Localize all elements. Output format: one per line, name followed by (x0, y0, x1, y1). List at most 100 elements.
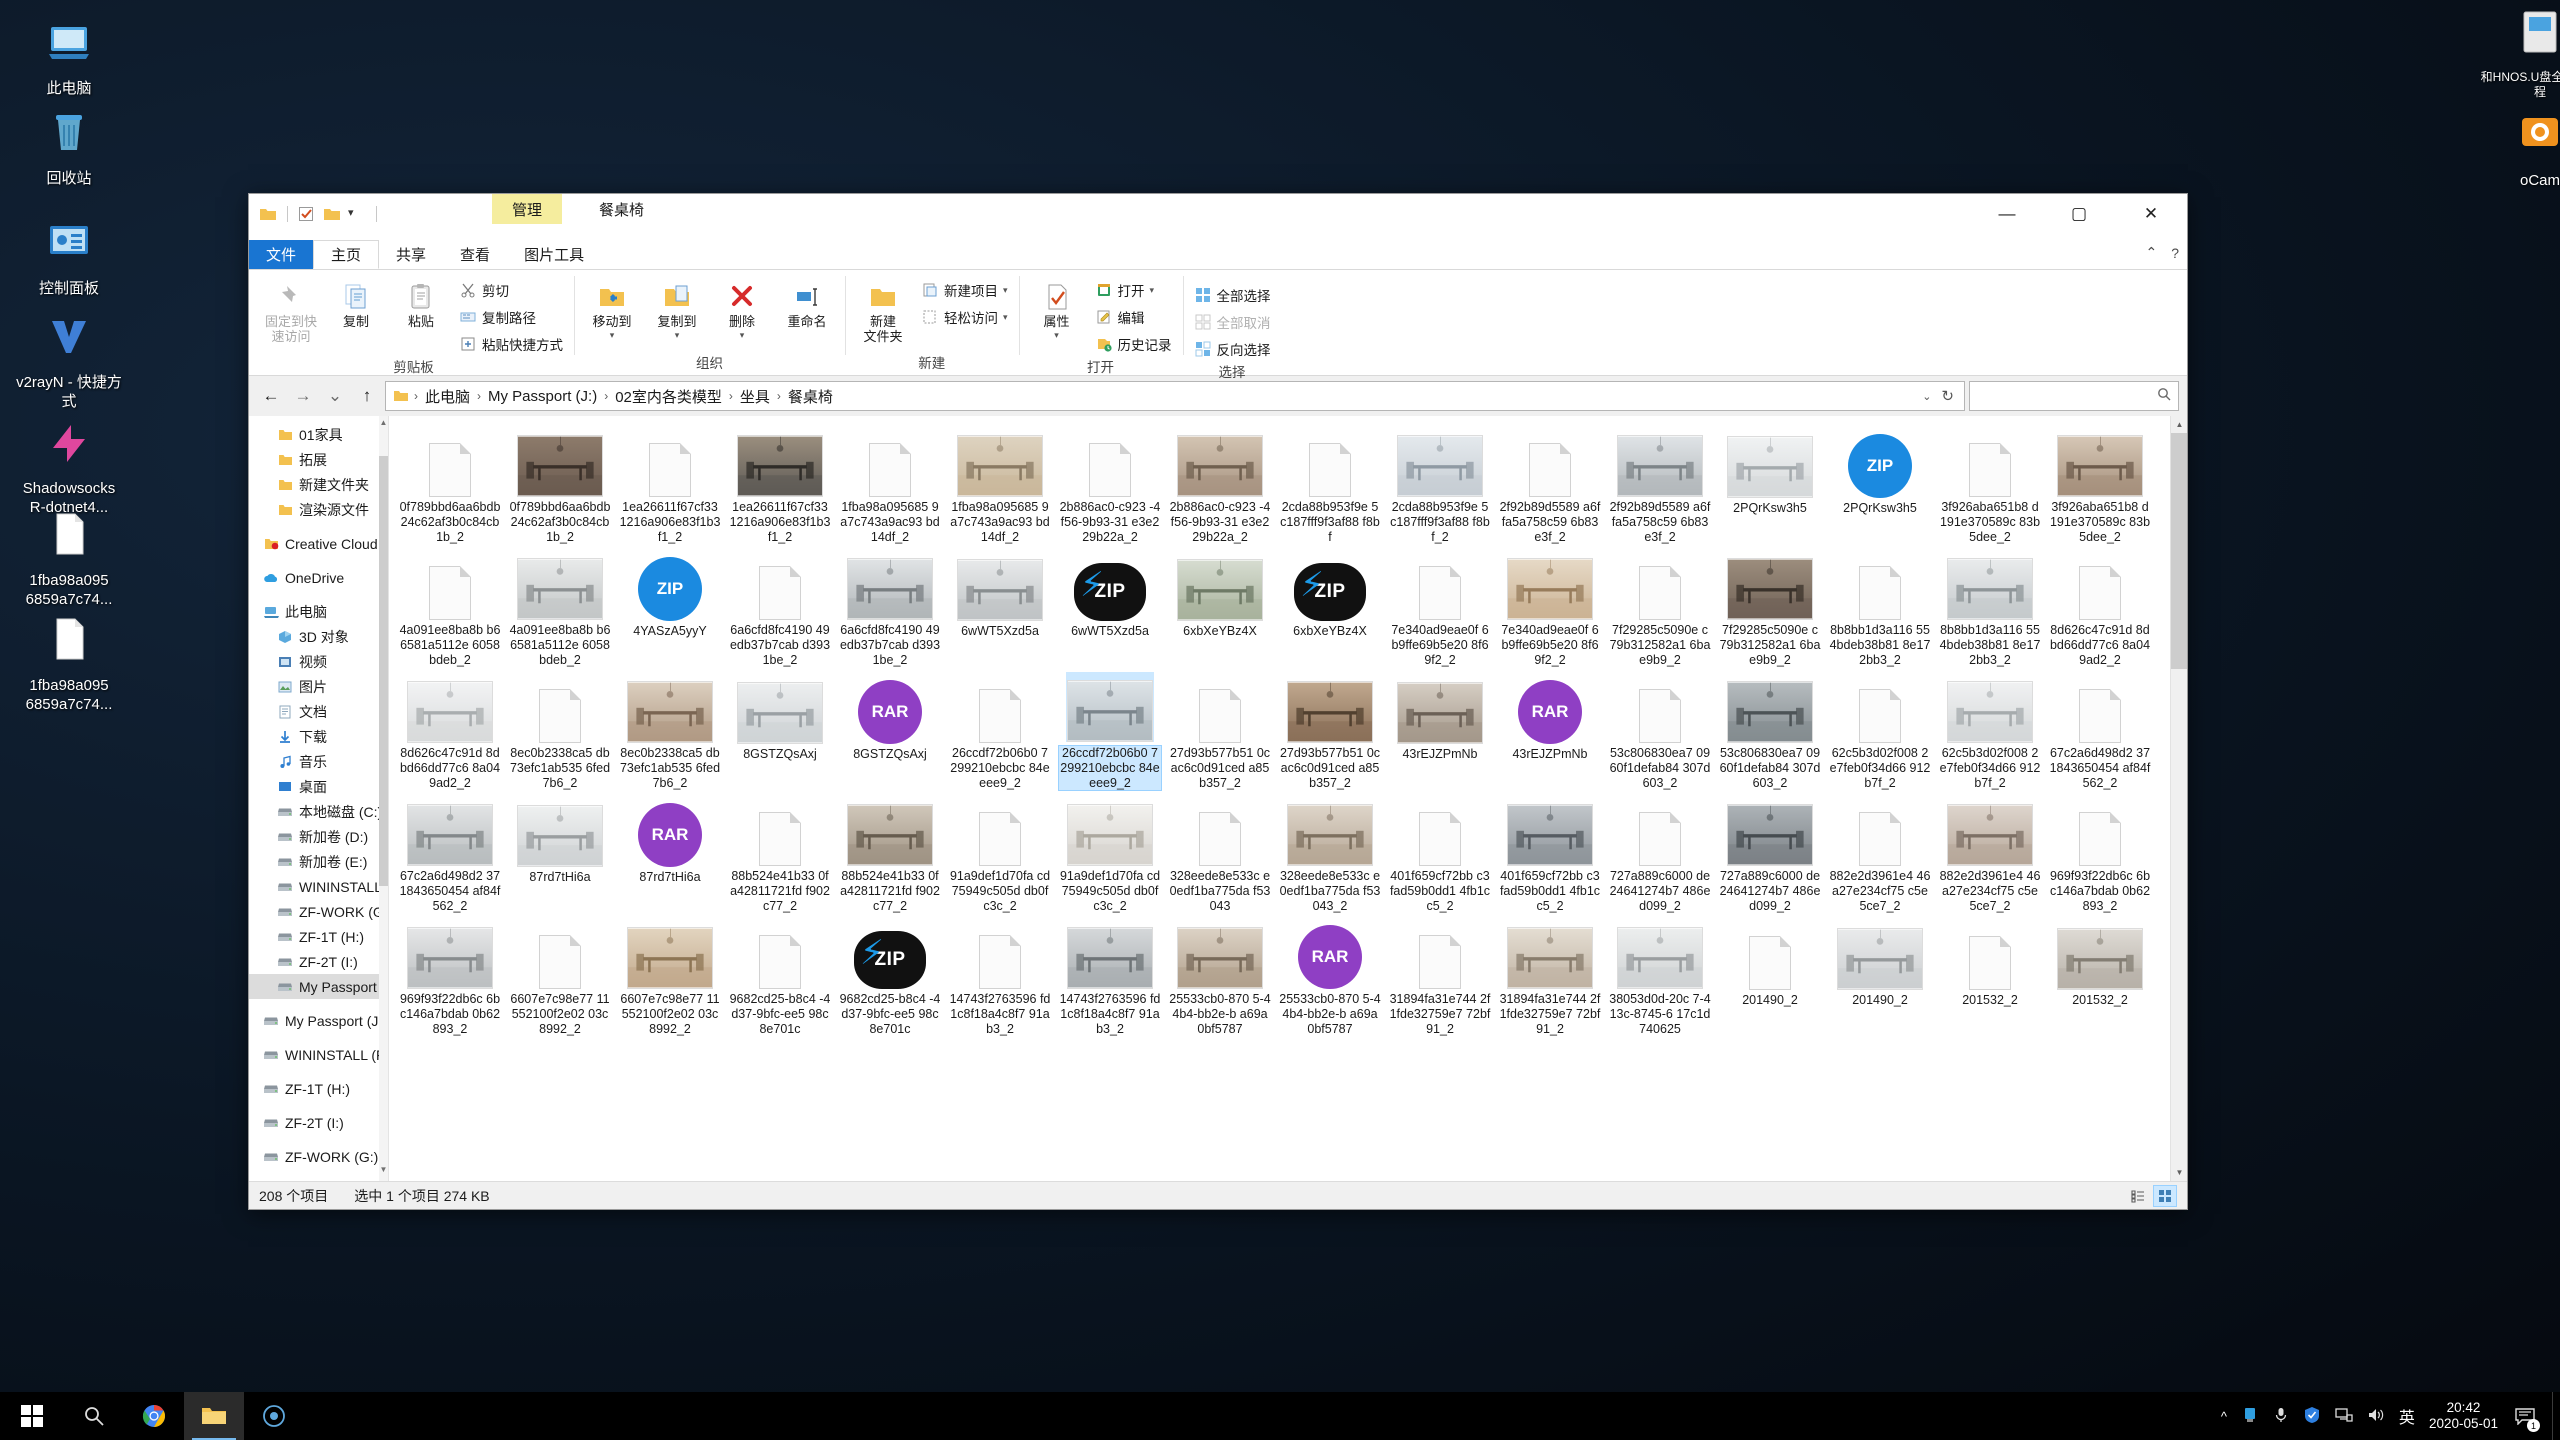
tab-file[interactable]: 文件 (249, 240, 314, 269)
search-box[interactable] (1969, 381, 2179, 411)
desktop-icon-this-pc[interactable]: 此电脑 (14, 18, 124, 99)
file-item[interactable]: 62c5b3d02f008 2e7feb0f34d66 912b7f_2 (1825, 668, 1935, 791)
qat-chevron-down-icon[interactable]: ▾ (348, 206, 366, 222)
nav-scrollbar[interactable]: ▲ ▼ (379, 416, 388, 1181)
taskbar-search-button[interactable] (64, 1392, 124, 1440)
nav-item-wininstall-f[interactable]: WININSTALL (F (249, 874, 388, 899)
file-item[interactable]: RAR 87rd7tHi6a (615, 791, 725, 914)
desktop-icon-ocam[interactable]: oCam (2480, 110, 2560, 191)
file-item[interactable]: 727a889c6000 de24641274b7 486ed099_2 (1605, 791, 1715, 914)
nav-item-wininstall-f2[interactable]: WININSTALL (F:) (249, 1042, 388, 1067)
file-item[interactable]: 4a091ee8ba8b b66581a5112e 6058bdeb_2 (395, 545, 505, 668)
file-item[interactable]: 26ccdf72b06b0 7299210ebcbc 84eeee9_2 (1055, 668, 1165, 791)
file-item[interactable]: 201532_2 (2045, 914, 2155, 1037)
volume-icon[interactable] (2367, 1407, 2385, 1426)
desktop-icon-v2rayn[interactable]: v2rayN - 快捷方式 (14, 312, 124, 412)
breadcrumb[interactable]: › 此电脑 › My Passport (J:) › 02室内各类模型 › 坐具… (385, 381, 1965, 411)
taskbar-chrome-button[interactable] (124, 1392, 184, 1440)
delete-button[interactable]: 删除 ▾ (711, 275, 773, 340)
back-button[interactable]: ← (257, 382, 285, 410)
file-item[interactable]: 1ea26611f67cf331216a906e83f1b3f1_2 (615, 422, 725, 545)
select-none-button[interactable]: 全部取消 (1190, 310, 1275, 334)
new-item-button[interactable]: 新建项目 ▾ (917, 278, 1012, 302)
file-item[interactable]: 2f92b89d5589 a6ffa5a758c59 6b83e3f_2 (1605, 422, 1715, 545)
file-item[interactable]: 14743f2763596 fd1c8f18a4c8f7 91ab3_2 (1055, 914, 1165, 1037)
file-item[interactable]: 201490_2 (1715, 914, 1825, 1037)
file-item[interactable]: 328eede8e533c e0edf1ba775da f53043_2 (1275, 791, 1385, 914)
file-item[interactable]: 62c5b3d02f008 2e7feb0f34d66 912b7f_2 (1935, 668, 2045, 791)
file-item[interactable]: 969f93f22db6c 6bc146a7bdab 0b62893_2 (395, 914, 505, 1037)
file-item[interactable]: 882e2d3961e4 46a27e234cf75 c5e5ce7_2 (1935, 791, 2045, 914)
clock[interactable]: 20:42 2020-05-01 (2429, 1400, 2498, 1432)
nav-item-downloads[interactable]: 下载 (249, 724, 388, 749)
ribbon-collapse-icon[interactable]: ⌃ (2145, 244, 2157, 261)
file-item[interactable]: 0f789bbd6aa6bdb24c62af3b0c84cb1b_2 (395, 422, 505, 545)
large-icons-view-button[interactable] (2153, 1184, 2177, 1207)
breadcrumb-chevron-down-icon[interactable]: ⌄ (1922, 390, 1931, 403)
details-view-button[interactable] (2126, 1185, 2150, 1207)
explorer-small-icon[interactable] (259, 206, 277, 222)
breadcrumb-item-models[interactable]: 02室内各类模型 (610, 384, 727, 409)
file-item[interactable]: 14743f2763596 fd1c8f18a4c8f7 91ab3_2 (945, 914, 1055, 1037)
nav-item-new-folder[interactable]: 新建文件夹 (249, 472, 388, 497)
nav-item-network[interactable]: 网络 (249, 1178, 388, 1181)
copy-button[interactable]: 复制 (325, 275, 387, 330)
easy-access-caret-icon[interactable]: ▾ (1003, 312, 1008, 323)
move-to-button[interactable]: 移动到 ▾ (581, 275, 643, 340)
file-item[interactable]: 7f29285c5090e c79b312582a1 6bae9b9_2 (1715, 545, 1825, 668)
minimize-button[interactable]: — (1971, 194, 2043, 234)
file-item[interactable]: 31894fa31e744 2f1fde32759e7 72bf91_2 (1495, 914, 1605, 1037)
file-item[interactable]: 969f93f22db6c 6bc146a7bdab 0b62893_2 (2045, 791, 2155, 914)
file-item[interactable]: 87rd7tHi6a (505, 791, 615, 914)
nav-item-pictures[interactable]: 图片 (249, 674, 388, 699)
nav-item-zf-1t-h[interactable]: ZF-1T (H:) (249, 924, 388, 949)
content-scrollbar[interactable]: ▲ ▼ (2170, 416, 2187, 1181)
pin-to-quick-access-button[interactable]: 固定到快 速访问 (260, 275, 322, 345)
file-item[interactable]: 7e340ad9eae0f 6b9ffe69b5e20 8f69f2_2 (1495, 545, 1605, 668)
desktop-icon-recycle-bin[interactable]: 回收站 (14, 108, 124, 189)
scroll-up-icon[interactable]: ▲ (2171, 416, 2187, 433)
paste-shortcut-button[interactable]: 粘贴快捷方式 (455, 332, 567, 356)
forward-button[interactable]: → (289, 382, 317, 410)
nav-item-expand[interactable]: 拓展 (249, 447, 388, 472)
nav-item-3d-objects[interactable]: 3D 对象 (249, 624, 388, 649)
copy-path-button[interactable]: 复制路径 (455, 305, 567, 329)
open-button[interactable]: 打开 ▾ (1091, 278, 1176, 302)
file-item[interactable]: 6607e7c98e77 11552100f2e02 03c8992_2 (615, 914, 725, 1037)
file-item[interactable]: ZIP 2PQrKsw3h5 (1825, 422, 1935, 545)
file-item[interactable]: 6xbXeYBz4X (1165, 545, 1275, 668)
file-item[interactable]: 25533cb0-870 5-44b4-bb2e-b a69a0bf5787 (1165, 914, 1275, 1037)
rename-button[interactable]: 重命名 (776, 275, 838, 330)
breadcrumb-item-this-pc[interactable]: 此电脑 (420, 384, 475, 409)
file-item[interactable]: 8ec0b2338ca5 db73efc1ab535 6fed7b6_2 (505, 668, 615, 791)
file-item[interactable]: 727a889c6000 de24641274b7 486ed099_2 (1715, 791, 1825, 914)
file-item[interactable]: 2cda88b953f9e 5c187fff9f3af88 f8bf (1275, 422, 1385, 545)
edit-button[interactable]: 编辑 (1091, 305, 1176, 329)
nav-scroll-down-icon[interactable]: ▼ (379, 1165, 388, 1179)
file-item[interactable]: 53c806830ea7 0960f1defab84 307d603_2 (1715, 668, 1825, 791)
file-item[interactable]: 7e340ad9eae0f 6b9ffe69b5e20 8f69f2_2 (1385, 545, 1495, 668)
nav-item-zf-1t-h2[interactable]: ZF-1T (H:) (249, 1076, 388, 1101)
nav-item-local-disk-c[interactable]: 本地磁盘 (C:) (249, 799, 388, 824)
file-item[interactable]: 6607e7c98e77 11552100f2e02 03c8992_2 (505, 914, 615, 1037)
file-item[interactable]: 67c2a6d498d2 371843650454 af84f562_2 (395, 791, 505, 914)
file-item[interactable]: ⚡ ZIP 6wWT5Xzd5a (1055, 545, 1165, 668)
file-item[interactable]: 53c806830ea7 0960f1defab84 307d603_2 (1605, 668, 1715, 791)
file-item[interactable]: 8b8bb1d3a116 554bdeb38b81 8e172bb3_2 (1935, 545, 2045, 668)
mic-icon[interactable] (2273, 1406, 2289, 1427)
file-item[interactable]: 1fba98a095685 9a7c743a9ac93 bd14df_2 (945, 422, 1055, 545)
file-item[interactable]: 1ea26611f67cf331216a906e83f1b3f1_2 (725, 422, 835, 545)
file-item[interactable]: 67c2a6d498d2 371843650454 af84f562_2 (2045, 668, 2155, 791)
copy-to-button[interactable]: 复制到 ▾ (646, 275, 708, 340)
file-item[interactable]: 401f659cf72bb c3fad59b0dd1 4fb1cc5_2 (1495, 791, 1605, 914)
nav-item-creative-cloud[interactable]: Creative Cloud F (249, 531, 388, 556)
file-item[interactable]: 8GSTZQsAxj (725, 668, 835, 791)
file-item[interactable]: 3f926aba651b8 d191e370589c 83b5dee_2 (2045, 422, 2155, 545)
tab-view[interactable]: 查看 (443, 240, 507, 269)
file-item[interactable]: 3f926aba651b8 d191e370589c 83b5dee_2 (1935, 422, 2045, 545)
tray-expand-icon[interactable]: ^ (2221, 1409, 2227, 1424)
desktop-icon-control-panel[interactable]: 控制面板 (14, 218, 124, 299)
new-folder-quick-icon[interactable] (323, 206, 341, 222)
nav-item-documents[interactable]: 文档 (249, 699, 388, 724)
scroll-down-icon[interactable]: ▼ (2171, 1164, 2187, 1181)
